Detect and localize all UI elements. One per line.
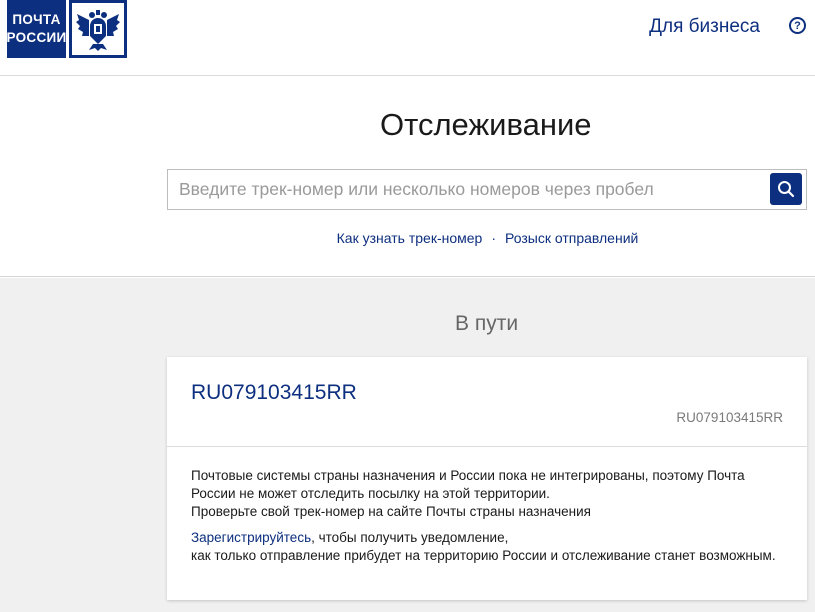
parcel-search-link[interactable]: Розыск отправлений [505, 230, 638, 246]
helper-links: Как узнать трек-номер · Розыск отправлен… [0, 230, 815, 246]
card-header: RU079103415RR RU079103415RR [167, 357, 807, 447]
register-message: Зарегистрируйтесь, чтобы получить уведом… [191, 529, 783, 547]
russian-post-logo[interactable]: ПОЧТА РОССИИ [6, 0, 127, 58]
logo-line2: РОССИИ [6, 30, 67, 45]
result-area: В пути RU079103415RR RU079103415RR Почто… [0, 278, 815, 612]
header: ПОЧТА РОССИИ Для бизнеса ? [0, 0, 815, 76]
logo-text: ПОЧТА РОССИИ [6, 0, 67, 58]
register-text-1: , чтобы получить уведомление, [311, 530, 509, 545]
card-body: Почтовые системы страны назначения и Рос… [167, 447, 807, 565]
status-title: В пути [455, 312, 519, 335]
how-to-find-track-link[interactable]: Как узнать трек-номер [337, 230, 483, 246]
register-text-2: как только отправление прибудет на терри… [191, 548, 776, 563]
eagle-emblem-icon [69, 0, 127, 58]
track-number[interactable]: RU079103415RR [191, 381, 357, 405]
search-icon [778, 181, 795, 198]
tracking-card: RU079103415RR RU079103415RR Почтовые сис… [167, 357, 807, 600]
register-link[interactable]: Зарегистрируйтесь [191, 530, 311, 545]
search-button[interactable] [770, 173, 802, 205]
track-number-input[interactable] [168, 170, 763, 209]
tracking-search-section: Отслеживание Как узнать трек-номер · Роз… [0, 77, 815, 277]
integration-message: Почтовые системы страны назначения и Рос… [191, 468, 745, 501]
link-separator: · [491, 230, 496, 246]
search-box [167, 169, 807, 210]
help-label: ? [794, 19, 801, 32]
check-destination-message: Проверьте свой трек-номер на сайте Почты… [191, 504, 591, 519]
business-link[interactable]: Для бизнеса [649, 16, 760, 38]
logo-line1: ПОЧТА [12, 12, 61, 27]
page-title: Отслеживание [380, 107, 592, 142]
help-icon[interactable]: ? [789, 17, 806, 34]
track-number-secondary: RU079103415RR [676, 410, 783, 425]
